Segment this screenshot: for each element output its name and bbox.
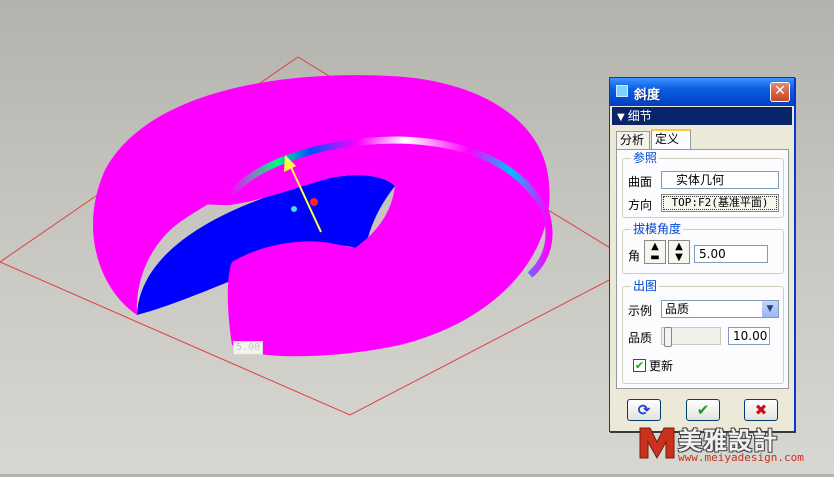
quality-slider[interactable]: [661, 327, 721, 347]
cross-icon: ✖: [754, 401, 768, 419]
surface-value: 实体几何: [676, 173, 725, 187]
reference-legend: 参照: [631, 151, 660, 165]
checkmark-icon: ✔: [634, 359, 645, 372]
tab-definition[interactable]: 定义: [651, 129, 691, 150]
example-dropdown[interactable]: 品质 ▼: [661, 300, 779, 318]
flip-both-button[interactable]: ▲ ▼: [668, 240, 690, 264]
dialog-title: 斜度: [634, 88, 661, 103]
output-legend: 出图: [631, 279, 660, 293]
arrow-up-down-icon: ▲ ▼: [675, 241, 683, 263]
definition-panel: 参照 曲面 实体几何 方向 TOP:F2(基准平面) 拔模角度 角 ▲ ▬ ▲ ▼ …: [616, 149, 789, 389]
window-icon: [616, 85, 628, 97]
refresh-icon: ⟳: [637, 401, 651, 419]
check-icon: ✔: [696, 401, 710, 419]
update-label: 更新: [649, 359, 674, 373]
surface-label: 曲面: [628, 175, 653, 189]
quality-label: 品质: [628, 331, 653, 345]
surface-field[interactable]: 实体几何: [661, 171, 779, 189]
watermark-url: www.meiyadesign.com: [678, 451, 804, 464]
watermark-logo-icon: [639, 427, 675, 460]
bar-icon: ▬: [650, 252, 660, 263]
close-button[interactable]: ✕: [770, 82, 790, 102]
chevron-down-icon[interactable]: ▼: [762, 301, 778, 317]
details-section-toggle[interactable]: ▼ 细节: [612, 107, 792, 125]
angle-input[interactable]: 5.00: [694, 245, 768, 263]
origin-marker-red: [310, 198, 318, 206]
dimension-label: 5.00: [233, 341, 264, 355]
draft-angle-group: 拔模角度 角 ▲ ▬ ▲ ▼ 5.00: [622, 222, 784, 274]
dialog-titlebar[interactable]: 斜度 ✕: [610, 78, 794, 106]
tab-analysis[interactable]: 分析: [616, 131, 650, 149]
update-checkbox[interactable]: ✔: [633, 359, 646, 372]
direction-label: 方向: [628, 198, 653, 212]
reference-group: 参照 曲面 实体几何 方向 TOP:F2(基准平面): [622, 151, 784, 218]
watermark: 美雅設計 www.meiyadesign.com: [634, 418, 830, 468]
angle-label: 角: [628, 249, 641, 263]
direction-selector[interactable]: TOP:F2(基准平面): [661, 194, 779, 212]
arrow-up-icon: ▲: [651, 241, 659, 252]
details-label: 细节: [627, 109, 652, 123]
example-label: 示例: [628, 304, 653, 318]
origin-marker-cyan: [291, 206, 297, 212]
output-group: 出图 示例 品质 ▼ 品质 10.00 ✔ 更新: [622, 279, 784, 384]
draft-angle-legend: 拔模角度: [631, 222, 684, 236]
example-value: 品质: [665, 302, 690, 316]
slider-thumb[interactable]: [664, 327, 672, 347]
flip-up-button[interactable]: ▲ ▬: [644, 240, 666, 264]
draft-analysis-dialog[interactable]: 斜度 ✕ ▼ 细节 分析 定义 参照 曲面 实体几何 方向 TOP:F2(基准平面…: [609, 77, 795, 432]
quality-input[interactable]: 10.00: [728, 327, 770, 345]
collapse-triangle-icon: ▼: [617, 112, 625, 123]
